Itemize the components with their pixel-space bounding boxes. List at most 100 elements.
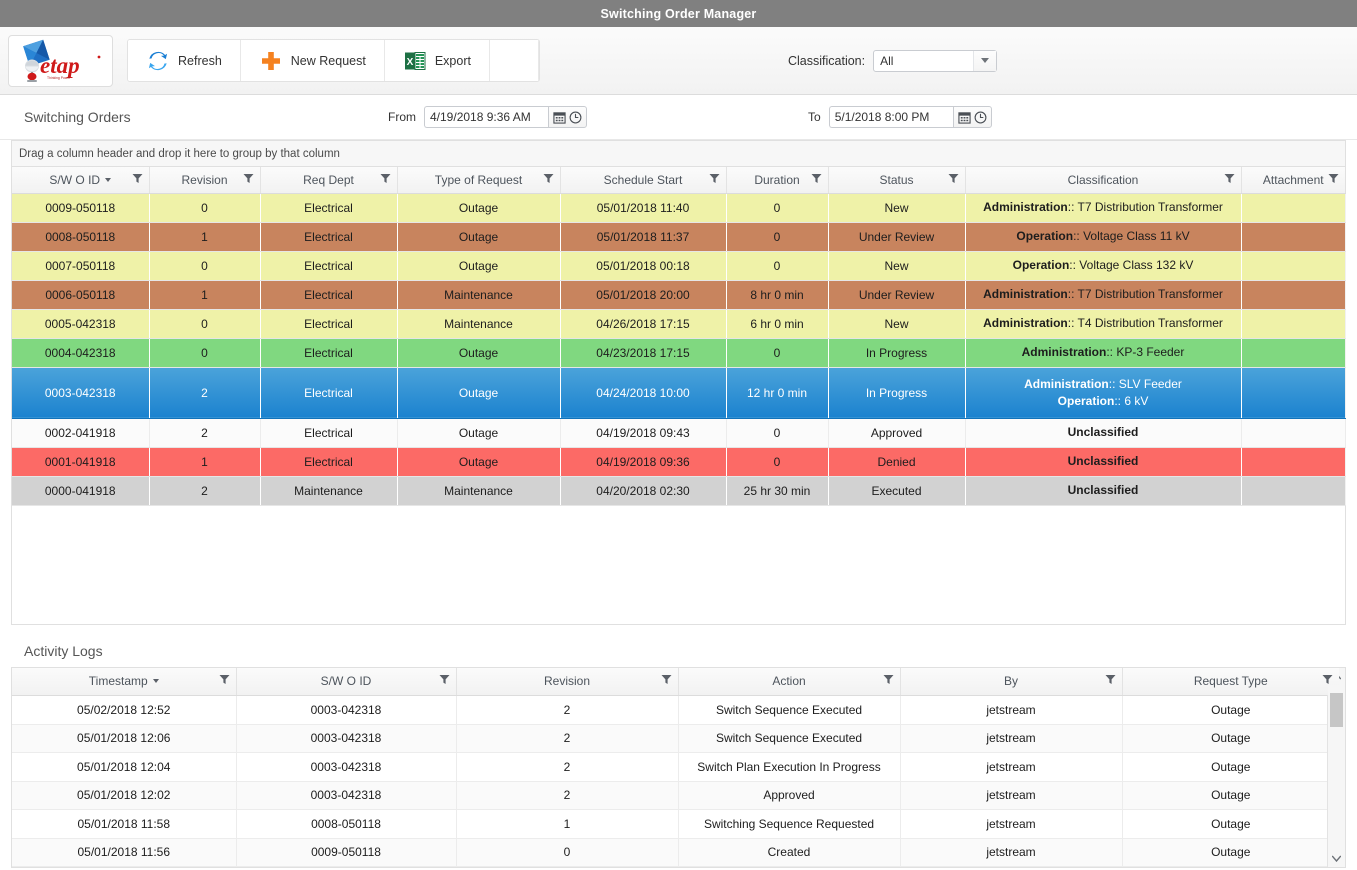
table-row[interactable]: 05/02/2018 12:520003-0423182Switch Seque…	[12, 696, 1339, 725]
group-by-drop-area[interactable]: Drag a column header and drop it here to…	[12, 141, 1345, 167]
cell-classification: Operation:: Voltage Class 11 kV	[965, 222, 1241, 251]
filter-icon[interactable]	[1328, 173, 1339, 187]
filter-icon[interactable]	[439, 674, 450, 688]
column-header-request-type[interactable]: Request Type	[1122, 668, 1339, 696]
classification-value: Unclassified	[1068, 483, 1139, 497]
filter-icon[interactable]	[132, 173, 143, 187]
svg-text:X: X	[406, 57, 413, 68]
chevron-down-icon[interactable]	[973, 51, 996, 71]
table-row[interactable]: 0004-0423180ElectricalOutage04/23/2018 1…	[12, 338, 1345, 367]
table-row[interactable]: 05/01/2018 11:580008-0501181Switching Se…	[12, 810, 1339, 839]
cell-revision: 2	[149, 418, 260, 447]
classification-key: Operation	[1016, 229, 1073, 243]
filter-icon[interactable]	[709, 173, 720, 187]
cell-revision: 2	[149, 367, 260, 418]
scrollbar-thumb[interactable]	[1330, 693, 1343, 727]
filter-icon[interactable]	[811, 173, 822, 187]
table-row[interactable]: 05/01/2018 12:040003-0423182Switch Plan …	[12, 753, 1339, 782]
table-row[interactable]: 05/01/2018 11:560009-0501180Createdjetst…	[12, 838, 1339, 867]
column-header-s-w-o-id[interactable]: S/W O ID	[236, 668, 456, 696]
table-row[interactable]: 0006-0501181ElectricalMaintenance05/01/2…	[12, 280, 1345, 309]
cell-attachment	[1241, 367, 1345, 418]
classification-value: :: SLV Feeder	[1109, 377, 1182, 391]
filter-icon[interactable]	[883, 674, 894, 688]
column-header-timestamp[interactable]: Timestamp	[12, 668, 236, 696]
column-header-status[interactable]: Status	[828, 167, 965, 193]
cell-type-of-request: Maintenance	[397, 309, 560, 338]
classification-key: Administration	[983, 287, 1068, 301]
clock-icon[interactable]	[569, 111, 582, 124]
table-row[interactable]: 0001-0419181ElectricalOutage04/19/2018 0…	[12, 447, 1345, 476]
clock-icon[interactable]	[974, 111, 987, 124]
table-row[interactable]: 05/01/2018 12:060003-0423182Switch Seque…	[12, 724, 1339, 753]
new-request-button[interactable]: New Request	[241, 40, 385, 81]
table-row[interactable]: 0007-0501180ElectricalOutage05/01/2018 0…	[12, 251, 1345, 280]
calendar-icon[interactable]	[553, 111, 566, 124]
activity-logs-scrollbar[interactable]	[1327, 668, 1345, 868]
refresh-button[interactable]: Refresh	[128, 40, 241, 81]
cell-revision: 2	[456, 753, 678, 782]
scroll-down-icon[interactable]	[1332, 850, 1341, 867]
cell-type-of-request: Outage	[397, 338, 560, 367]
calendar-icon[interactable]	[958, 111, 971, 124]
column-header-attachment[interactable]: Attachment	[1241, 167, 1345, 193]
classification-key: Operation	[1013, 258, 1070, 272]
column-header-duration[interactable]: Duration	[726, 167, 828, 193]
column-header-label: Type of Request	[435, 173, 522, 187]
column-header-label: By	[1004, 674, 1018, 688]
toolbar-button-group: Refresh New Request X	[127, 39, 540, 82]
cell-timestamp: 05/01/2018 12:06	[12, 724, 236, 753]
classification-select[interactable]: All	[873, 50, 997, 72]
column-header-by[interactable]: By	[900, 668, 1122, 696]
cell-schedule-start: 05/01/2018 20:00	[560, 280, 726, 309]
classification-line: Operation:: Voltage Class 132 kV	[970, 257, 1237, 274]
cell-order-id: 0002-041918	[12, 418, 149, 447]
cell-type-of-request: Outage	[397, 251, 560, 280]
from-date-field: From	[388, 106, 587, 128]
filter-icon[interactable]	[243, 173, 254, 187]
export-button[interactable]: X Export	[385, 40, 490, 81]
filter-icon[interactable]	[219, 674, 230, 688]
svg-text:etap: etap	[40, 53, 80, 78]
column-header-req-dept[interactable]: Req Dept	[260, 167, 397, 193]
activity-logs-title: Activity Logs	[24, 643, 1357, 659]
from-date-input[interactable]	[424, 106, 548, 128]
table-row[interactable]: 0005-0423180ElectricalMaintenance04/26/2…	[12, 309, 1345, 338]
cell-order-id: 0003-042318	[236, 724, 456, 753]
filter-icon[interactable]	[948, 173, 959, 187]
cell-order-id: 0005-042318	[12, 309, 149, 338]
table-row[interactable]: 05/01/2018 12:020003-0423182Approvedjets…	[12, 781, 1339, 810]
group-by-hint: Drag a column header and drop it here to…	[19, 148, 340, 160]
filter-bar: Switching Orders From To	[0, 95, 1357, 140]
to-label: To	[808, 110, 821, 124]
filter-icon[interactable]	[661, 674, 672, 688]
column-header-action[interactable]: Action	[678, 668, 900, 696]
cell-attachment	[1241, 418, 1345, 447]
cell-timestamp: 05/02/2018 12:52	[12, 696, 236, 725]
column-header-type-of-request[interactable]: Type of Request	[397, 167, 560, 193]
filter-icon[interactable]	[380, 173, 391, 187]
column-header-revision[interactable]: Revision	[456, 668, 678, 696]
column-header-s-w-o-id[interactable]: S/W O ID	[12, 167, 149, 193]
cell-revision: 1	[149, 280, 260, 309]
column-header-revision[interactable]: Revision	[149, 167, 260, 193]
to-date-input[interactable]	[829, 106, 953, 128]
table-row[interactable]: 0002-0419182ElectricalOutage04/19/2018 0…	[12, 418, 1345, 447]
cell-request-type: Outage	[1122, 696, 1339, 725]
table-row[interactable]: 0000-0419182MaintenanceMaintenance04/20/…	[12, 476, 1345, 505]
classification-line: Unclassified	[970, 424, 1237, 441]
filter-icon[interactable]	[1105, 674, 1116, 688]
classification-value: :: T7 Distribution Transformer	[1068, 287, 1223, 301]
table-row[interactable]: 0003-0423182ElectricalOutage04/24/2018 1…	[12, 367, 1345, 418]
column-header-classification[interactable]: Classification	[965, 167, 1241, 193]
plus-icon	[259, 49, 283, 73]
cell-status: In Progress	[828, 338, 965, 367]
filter-icon[interactable]	[1224, 173, 1235, 187]
cell-req-dept: Electrical	[260, 193, 397, 222]
cell-duration: 0	[726, 193, 828, 222]
table-row[interactable]: 0009-0501180ElectricalOutage05/01/2018 1…	[12, 193, 1345, 222]
filter-icon[interactable]	[543, 173, 554, 187]
table-row[interactable]: 0008-0501181ElectricalOutage05/01/2018 1…	[12, 222, 1345, 251]
column-header-schedule-start[interactable]: Schedule Start	[560, 167, 726, 193]
scrollbar-track[interactable]	[1328, 685, 1345, 851]
